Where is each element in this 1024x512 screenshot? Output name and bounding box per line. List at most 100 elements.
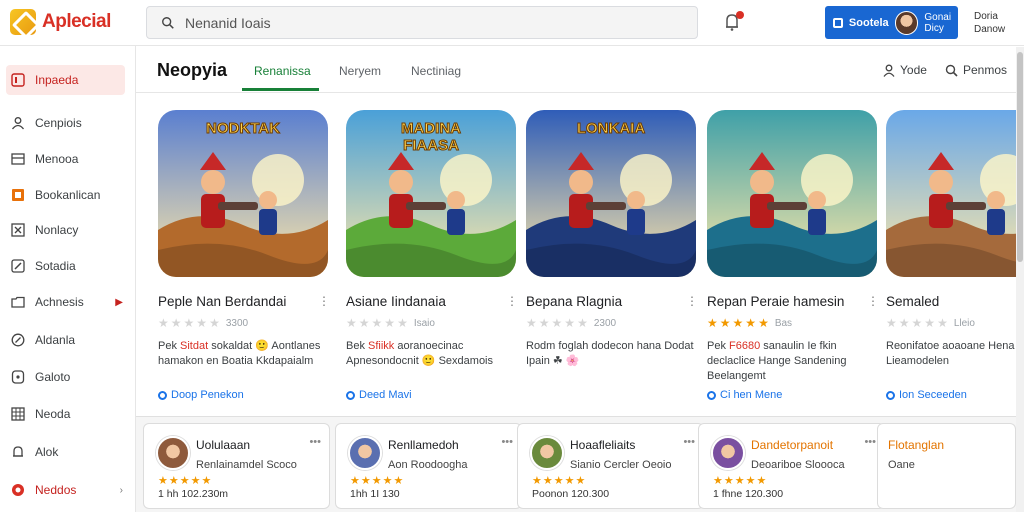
more-vert-icon[interactable]: ⋮	[506, 294, 518, 308]
more-horiz-icon[interactable]: •••	[309, 436, 321, 448]
tab-0[interactable]: Renanissa	[254, 64, 311, 78]
game-cover-art[interactable]	[886, 110, 1024, 277]
bell-icon	[13, 446, 23, 457]
sidebar-item-label: Galoto	[35, 370, 71, 384]
star-icon: ★	[745, 475, 756, 487]
account-name: Gonai Dicy	[924, 11, 952, 34]
rating-count: Bas	[774, 317, 793, 329]
game-card[interactable]: LONKAIA Bepana Rlagnia ⋮ ★ ★ ★ ★ ★ 2300 Rodm…	[526, 110, 698, 367]
sidebar-item-7[interactable]: Aldanla	[6, 325, 125, 355]
game-cover-art[interactable]: MADINA FIAASA	[346, 110, 516, 277]
game-link[interactable]: Doop Penekon	[158, 389, 244, 401]
more-horiz-icon[interactable]: •••	[501, 436, 513, 448]
header-action-0[interactable]: Yode	[883, 63, 927, 77]
sidebar-item-label: Nonlacy	[35, 223, 79, 237]
game-link-label: Ion Seceeden	[899, 389, 967, 401]
sidebar-item-label: Neoda	[35, 407, 71, 421]
card-subtitle: Oane	[888, 459, 915, 471]
more-vert-icon[interactable]: ⋮	[867, 294, 879, 308]
desc-prefix: Bek	[346, 340, 365, 352]
sidebar-item-6[interactable]: Achnesis ▶	[6, 287, 125, 317]
user-info[interactable]: Doria Danow	[974, 10, 1005, 36]
game-description: Rodm foglah dodecon hana Dodat Ipain ☘ 🌸	[526, 339, 696, 369]
game-cover-title: MADINA FIAASA	[401, 120, 462, 155]
recommendation-card[interactable]: Uolulaaan ••• Renlainamdel Scoco ★ ★ ★ ★ ★ 1…	[143, 423, 330, 509]
search-input[interactable]	[185, 14, 665, 31]
header-action-1[interactable]: Penmos	[945, 63, 1007, 77]
rating-count: 3300	[225, 317, 249, 329]
game-cover-art[interactable]	[707, 110, 877, 277]
sidebar-item-0[interactable]: Inpaeda	[6, 65, 125, 95]
card-title: Hoaafleliaits	[570, 438, 636, 452]
sidebar-item-10[interactable]: Alok	[6, 437, 125, 467]
user-icon	[11, 117, 25, 130]
star-icon: ★	[723, 475, 734, 487]
app-logo[interactable]: Aplecial	[10, 9, 111, 35]
star-icon: ★	[384, 316, 396, 330]
sidebar-item-9[interactable]: Neoda	[6, 399, 125, 429]
game-title[interactable]: Peple Nan Berdandai	[158, 294, 286, 309]
search-bar[interactable]	[146, 6, 698, 39]
tab-2[interactable]: Nectiniag	[411, 64, 461, 78]
card-rating: ★ ★ ★ ★ ★	[158, 474, 211, 487]
sidebar-item-label: Achnesis	[35, 295, 84, 309]
sidebar-item-11[interactable]: Neddos ›	[6, 475, 125, 505]
page-title: Neopyia	[157, 60, 228, 80]
more-horiz-icon[interactable]: •••	[864, 436, 876, 448]
sidebar-item-4[interactable]: Nonlacy	[6, 215, 125, 245]
game-link[interactable]: Deed Mavi	[346, 389, 412, 401]
recommendation-card[interactable]: Renllamedoh ••• Aon Roodoogha ★ ★ ★ ★ ★ 1hh …	[335, 423, 522, 509]
star-icon: ★	[707, 316, 718, 330]
game-card[interactable]: Repan Peraie hamesin ⋮ ★ ★ ★ ★ ★ Bas Pek F66…	[707, 110, 879, 401]
star-icon: ★	[371, 316, 383, 330]
list-icon	[11, 153, 25, 165]
star-icon: ★	[346, 316, 357, 330]
game-title[interactable]: Bepana Rlagnia	[526, 294, 622, 309]
recommendation-card[interactable]: Flotanglan Oane	[877, 423, 1016, 509]
game-cover-art[interactable]: NODKTAK	[158, 110, 328, 277]
more-horiz-icon[interactable]: •••	[683, 436, 695, 448]
game-link[interactable]: Ion Seceeden	[886, 389, 967, 401]
more-vert-icon[interactable]: ⋮	[318, 294, 330, 308]
game-card[interactable]: MADINA FIAASA Asiane Iindanaia ⋮ ★ ★ ★ ★ ★ I…	[346, 110, 518, 401]
star-icon: ★	[538, 316, 550, 330]
logo-icon	[10, 9, 36, 35]
star-icon: ★	[196, 316, 208, 330]
game-title[interactable]: Asiane Iindanaia	[346, 294, 446, 309]
sidebar-item-1[interactable]: Cenpiois	[6, 108, 125, 138]
game-link-label: Ci hen Mene	[720, 389, 783, 401]
game-link[interactable]: Ci hen Mene	[707, 389, 782, 401]
sidebar-item-3[interactable]: Bookanlican	[6, 180, 125, 210]
card-subtitle: Renlainamdel Scoco	[196, 459, 297, 471]
card-title: Renllamedoh	[388, 438, 459, 452]
sidebar: Inpaeda Cenpiois Menooa Bookanlican Nonl…	[0, 46, 136, 512]
sidebar-item-label: Menooa	[35, 152, 79, 166]
star-icon: ★	[526, 316, 537, 330]
sidebar-item-2[interactable]: Menooa	[6, 144, 125, 174]
scrollbar-thumb[interactable]	[1017, 52, 1023, 262]
sidebar-item-5[interactable]: Sotadia	[6, 251, 125, 281]
game-cover-art[interactable]: LONKAIA	[526, 110, 696, 277]
user-line-2: Danow	[974, 24, 1006, 35]
tab-1[interactable]: Neryem	[339, 64, 381, 78]
account-button[interactable]: Sootela Gonai Dicy	[825, 6, 958, 39]
card-title: Flotanglan	[888, 438, 945, 452]
card-subtitle: Aon Roodoogha	[388, 459, 468, 471]
more-vert-icon[interactable]: ⋮	[686, 294, 698, 308]
recommendation-card[interactable]: Dandetorpanoit ••• Deoariboe Sloooca ★ ★ ★…	[698, 423, 885, 509]
recommendation-card[interactable]: Hoaafleliaits ••• Sianio Cercler Oeoio ★…	[517, 423, 704, 509]
grid-x-icon	[11, 223, 25, 237]
star-icon: ★	[745, 316, 757, 330]
game-title[interactable]: Semaled	[886, 294, 939, 309]
header-action-label: Penmos	[963, 63, 1008, 77]
game-description: Pek F6680 sanaulin Ie fkin declaclice Ha…	[707, 339, 877, 384]
game-card[interactable]: Semaled ⋮ ★★★★★ Lleio Reonifatoe aoaoane…	[886, 110, 1024, 401]
header-divider	[136, 92, 1024, 93]
game-title[interactable]: Repan Peraie hamesin	[707, 294, 844, 309]
sidebar-item-8[interactable]: Galoto	[6, 362, 125, 392]
chevron-right-icon: ▶	[115, 296, 123, 308]
star-icon: ★	[732, 316, 744, 330]
sidebar-item-label: Alok	[35, 445, 59, 459]
avatar	[894, 10, 919, 35]
game-card[interactable]: NODKTAK Peple Nan Berdandai ⋮ ★ ★ ★ ★ ★ 3300…	[158, 110, 330, 401]
